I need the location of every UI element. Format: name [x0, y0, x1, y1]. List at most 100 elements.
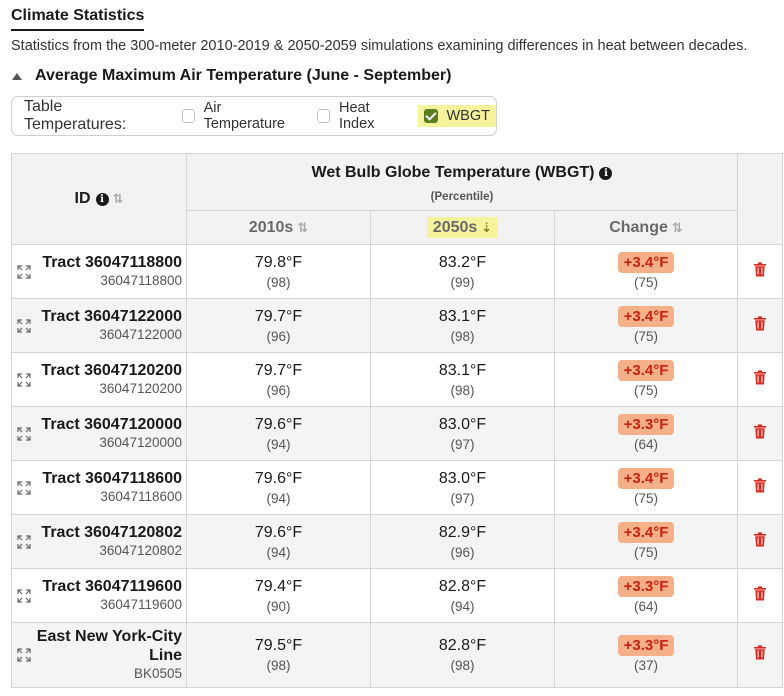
section-title: Average Maximum Air Temperature (June - …	[35, 67, 452, 84]
value: 82.8°F	[438, 637, 487, 654]
sort-desc-icon[interactable]: ⇣	[481, 220, 492, 235]
percentile: (94)	[266, 490, 291, 506]
trash-icon[interactable]	[753, 477, 767, 493]
option-air-temperature[interactable]: Air Temperature	[177, 98, 302, 134]
id-cell: East New York-City Line BK0505	[11, 622, 187, 688]
trash-icon[interactable]	[753, 645, 767, 660]
percentile: (64)	[633, 436, 658, 452]
sort-arrows-icon[interactable]: ⇅	[672, 220, 683, 235]
expand-arrows-icon[interactable]	[16, 318, 32, 334]
option-heat-index[interactable]: Heat Index	[312, 98, 407, 134]
id-cell: Tract 36047118600 36047118600	[11, 460, 187, 515]
toggle-label: Table Temperatures:	[24, 98, 127, 133]
trash-icon[interactable]	[753, 369, 767, 385]
percentile: (75)	[633, 490, 658, 506]
change-badge: +3.4°F	[617, 467, 675, 489]
col-change-label: Change	[609, 218, 668, 236]
cell-change: +3.3°F (37)	[554, 622, 738, 688]
percentile: (64)	[633, 598, 658, 614]
row-name[interactable]: Tract 36047120000	[12, 415, 182, 434]
row-name[interactable]: Tract 36047120802	[12, 523, 182, 542]
cell-2050s: 82.9°F (96)	[370, 514, 555, 569]
delete-cell	[737, 460, 783, 515]
cell-change: +3.4°F (75)	[554, 460, 738, 515]
cell-change: +3.3°F (64)	[554, 406, 738, 461]
id-cell: Tract 36047120200 36047120200	[11, 352, 187, 407]
value: 79.4°F	[254, 577, 303, 595]
cell-2050s: 83.0°F (97)	[370, 406, 555, 461]
trash-icon[interactable]	[753, 585, 767, 601]
checkbox-heat-index[interactable]	[317, 109, 330, 123]
expand-arrows-icon[interactable]	[16, 480, 32, 496]
percentile: (98)	[450, 658, 475, 673]
cell-2010s: 79.4°F (90)	[186, 568, 371, 623]
expand-arrows-icon[interactable]	[16, 647, 32, 663]
expand-arrows-icon[interactable]	[16, 372, 32, 388]
cell-2010s: 79.6°F (94)	[186, 460, 371, 515]
col-2010s[interactable]: 2010s ⇅	[186, 210, 371, 245]
expand-arrows-icon[interactable]	[16, 588, 32, 604]
expand-arrows-icon[interactable]	[16, 426, 32, 442]
sort-arrows-icon[interactable]: ⇅	[297, 220, 308, 235]
row-name[interactable]: Tract 36047118600	[12, 469, 182, 488]
info-icon[interactable]: i	[599, 166, 613, 180]
row-name[interactable]: Tract 36047120200	[12, 361, 182, 380]
id-cell: Tract 36047120000 36047120000	[11, 406, 187, 461]
row-name[interactable]: Tract 36047119600	[12, 577, 182, 596]
cell-2050s: 82.8°F (94)	[370, 568, 555, 623]
percentile: (96)	[266, 328, 291, 344]
cell-change: +3.3°F (64)	[554, 568, 738, 623]
change-badge: +3.4°F	[617, 305, 675, 327]
trash-icon[interactable]	[753, 261, 767, 277]
cell-2010s: 79.5°F (98)	[186, 622, 371, 688]
value: 79.6°F	[254, 469, 303, 487]
percentile: (94)	[450, 598, 475, 614]
sort-arrows-icon[interactable]: ⇅	[113, 191, 124, 206]
row-code: 36047120000	[99, 435, 182, 450]
col-2050s-label: 2050s	[432, 218, 478, 236]
wbgt-header: Wet Bulb Globe Temperature (WBGT) i (Perc…	[186, 153, 738, 211]
percentile: (94)	[266, 436, 291, 452]
change-badge: +3.4°F	[617, 521, 675, 543]
cell-2050s: 83.0°F (97)	[370, 460, 555, 515]
value: 79.6°F	[254, 523, 303, 541]
checkbox-air-temperature[interactable]	[181, 109, 195, 123]
cell-2010s: 79.6°F (94)	[186, 514, 371, 569]
checkbox-wbgt[interactable]	[423, 109, 438, 123]
id-header-label: ID	[74, 190, 91, 207]
trash-icon[interactable]	[753, 315, 767, 331]
col-change[interactable]: Change ⇅	[554, 210, 738, 245]
cell-2050s: 83.1°F (98)	[370, 298, 555, 353]
change-badge: +3.3°F	[617, 575, 675, 597]
trash-icon[interactable]	[753, 423, 767, 439]
section-toggle[interactable]: Average Maximum Air Temperature (June - …	[12, 67, 451, 85]
row-code: 36047120200	[99, 381, 182, 396]
trash-icon[interactable]	[753, 531, 767, 547]
cell-2050s: 83.2°F (99)	[370, 244, 555, 299]
row-code: 36047118800	[100, 273, 182, 288]
row-name[interactable]: Tract 36047118800	[12, 253, 182, 272]
row-name[interactable]: East New York-City Line	[12, 627, 182, 665]
row-name[interactable]: Tract 36047122000	[12, 307, 182, 326]
col-2050s[interactable]: 2050s ⇣	[370, 210, 555, 245]
cell-2050s: 83.1°F (98)	[370, 352, 555, 407]
percentile: (96)	[266, 382, 291, 398]
table-row: Tract 36047118600 36047118600 79.6°F (94) 83…	[11, 460, 783, 515]
cell-2010s: 79.7°F (96)	[186, 352, 371, 407]
row-code: 36047119600	[100, 597, 182, 612]
percentile: (75)	[633, 328, 658, 344]
value: 79.7°F	[254, 361, 303, 379]
info-icon[interactable]: i	[95, 193, 109, 206]
expand-arrows-icon[interactable]	[16, 264, 32, 280]
cell-change: +3.4°F (75)	[554, 244, 738, 299]
table-row: Tract 36047122000 36047122000 79.7°F (96) 83…	[11, 298, 783, 353]
percentile: (97)	[450, 436, 475, 452]
change-badge: +3.3°F	[617, 635, 675, 656]
option-wbgt[interactable]: WBGT	[417, 105, 496, 127]
value: 79.8°F	[254, 253, 303, 271]
delete-cell	[737, 298, 783, 353]
row-code: 36047120802	[99, 543, 182, 558]
id-header[interactable]: ID i ⇅	[11, 153, 187, 245]
percentile: (98)	[450, 382, 475, 398]
expand-arrows-icon[interactable]	[16, 534, 32, 550]
